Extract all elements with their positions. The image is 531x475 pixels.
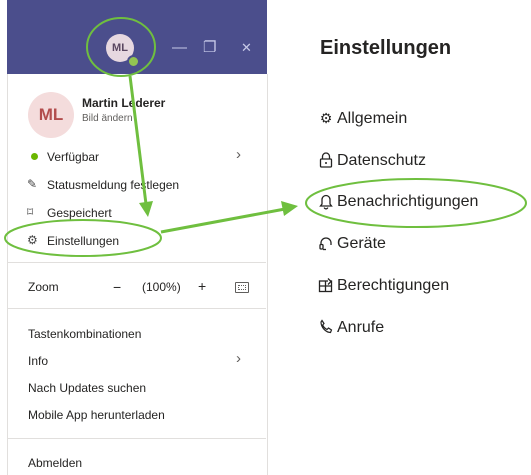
bell-icon (318, 194, 334, 213)
phone-icon (318, 319, 334, 338)
restore-icon[interactable]: ❐ (203, 40, 216, 55)
saved-item[interactable]: Gespeichert (47, 206, 112, 220)
logout-item[interactable]: Abmelden (28, 456, 82, 470)
zoom-value: (100%) (142, 280, 181, 294)
available-status-icon (31, 153, 38, 160)
zoom-out-button[interactable]: − (113, 279, 121, 295)
settings-permissions[interactable]: Berechtigungen (337, 277, 449, 295)
presence-indicator (127, 55, 140, 68)
permissions-shape (318, 278, 333, 293)
settings-devices[interactable]: Geräte (337, 235, 386, 253)
set-status-message-item[interactable]: Statusmeldung festlegen (47, 178, 179, 192)
right-arrow-head (281, 201, 298, 216)
minimize-icon[interactable]: — (172, 40, 187, 55)
download-mobile-app-item[interactable]: Mobile App herunterladen (28, 408, 165, 422)
keyboard-shortcuts-item[interactable]: Tastenkombinationen (28, 327, 141, 341)
zoom-in-button[interactable]: + (198, 278, 206, 294)
change-picture-link[interactable]: Bild ändern (82, 113, 133, 124)
status-item[interactable]: Verfügbar (47, 150, 99, 164)
headset-shape (319, 237, 332, 251)
settings-notifications[interactable]: Benachrichtigungen (337, 193, 478, 211)
info-item[interactable]: Info (28, 354, 48, 368)
settings-item[interactable]: Einstellungen (47, 234, 119, 248)
permissions-icon (318, 277, 334, 296)
settings-general[interactable]: Allgemein (337, 110, 407, 128)
user-name: Martin Lederer (82, 96, 166, 110)
fit-to-window-icon[interactable] (235, 282, 249, 293)
zoom-label: Zoom (28, 280, 59, 294)
gear-icon: ⚙ (27, 233, 38, 247)
lock-shape (319, 152, 333, 168)
settings-title: Einstellungen (320, 37, 452, 59)
menu-divider (7, 308, 266, 309)
settings-calls[interactable]: Anrufe (337, 319, 384, 337)
avatar[interactable]: ML (28, 92, 74, 138)
bookmark-icon: ⌑ (27, 205, 34, 219)
menu-divider (7, 262, 266, 263)
close-icon[interactable]: ✕ (241, 40, 252, 55)
chevron-right-icon[interactable]: › (236, 350, 241, 367)
bell-shape (319, 194, 333, 210)
edit-status-icon: ✎ (27, 177, 38, 191)
phone-shape (320, 319, 333, 334)
settings-privacy[interactable]: Datenschutz (337, 152, 426, 170)
chevron-right-icon[interactable]: › (236, 146, 241, 163)
gear-icon: ⚙ (319, 110, 333, 126)
check-updates-item[interactable]: Nach Updates suchen (28, 381, 146, 395)
menu-divider (7, 438, 266, 439)
lock-icon (318, 152, 334, 171)
headset-icon (318, 236, 334, 255)
